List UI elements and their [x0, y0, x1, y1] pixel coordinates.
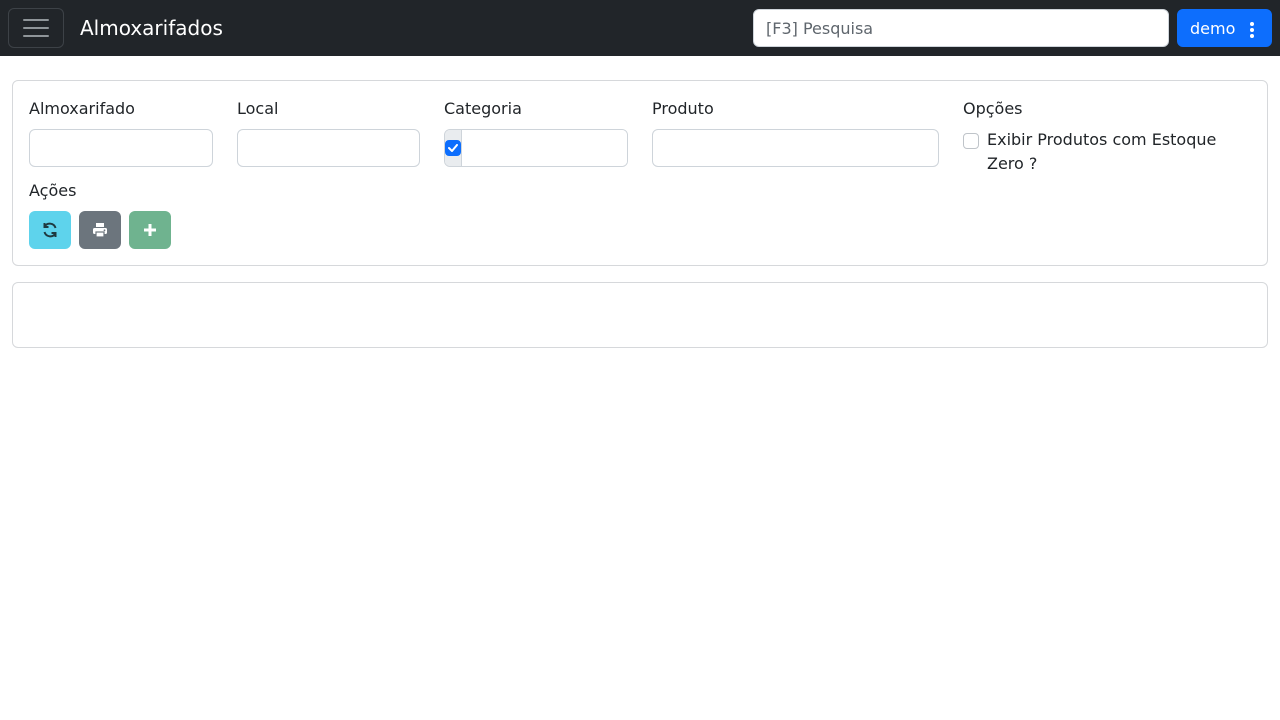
navbar: Almoxarifados demo — [0, 0, 1280, 56]
categoria-field[interactable] — [462, 130, 627, 166]
user-name: demo — [1190, 18, 1236, 38]
produto-field[interactable] — [652, 129, 939, 167]
categoria-checkbox-addon — [445, 130, 462, 166]
refresh-icon — [43, 222, 57, 238]
add-button[interactable] — [129, 211, 171, 249]
check-icon — [448, 144, 458, 152]
acoes-label: Ações — [29, 181, 77, 200]
hamburger-icon-line — [23, 35, 49, 37]
produto-label: Produto — [652, 99, 714, 118]
categoria-checkbox[interactable] — [445, 140, 461, 156]
menu-toggle-button[interactable] — [8, 8, 64, 48]
local-label: Local — [237, 99, 279, 118]
results-card — [12, 282, 1268, 348]
categoria-label: Categoria — [444, 99, 522, 118]
opcoes-label: Opções — [963, 99, 1023, 118]
plus-icon — [144, 224, 156, 236]
page-title: Almoxarifados — [80, 16, 223, 40]
search-input[interactable] — [753, 9, 1169, 47]
user-menu-button[interactable]: demo — [1177, 9, 1272, 47]
zero-stock-label[interactable]: Exibir Produtos com Estoque Zero ? — [987, 128, 1257, 176]
hamburger-icon-line — [23, 27, 49, 29]
kebab-icon — [1250, 22, 1254, 38]
print-icon — [93, 223, 107, 238]
categoria-input-group — [444, 129, 628, 167]
almoxarifado-label: Almoxarifado — [29, 99, 135, 118]
refresh-button[interactable] — [29, 211, 71, 249]
zero-stock-checkbox[interactable] — [963, 133, 979, 149]
filter-card: Almoxarifado Local Categoria Produto Opç… — [12, 80, 1268, 266]
local-field[interactable] — [237, 129, 420, 167]
hamburger-icon-line — [23, 19, 49, 21]
almoxarifado-field[interactable] — [29, 129, 213, 167]
print-button[interactable] — [79, 211, 121, 249]
